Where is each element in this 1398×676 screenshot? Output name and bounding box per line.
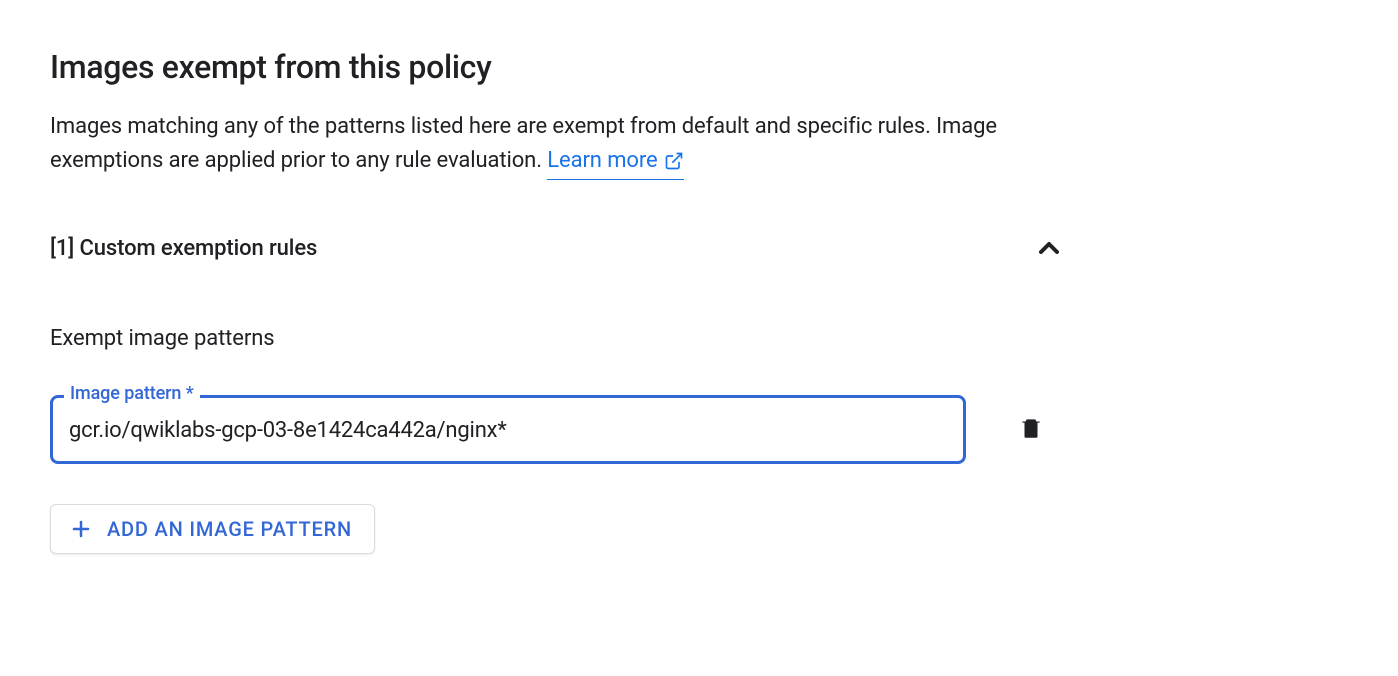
learn-more-link[interactable]: Learn more	[547, 144, 683, 180]
external-link-icon	[664, 151, 684, 171]
exempt-patterns-title: Exempt image patterns	[50, 326, 1050, 351]
section-description: Images matching any of the patterns list…	[50, 110, 1050, 180]
custom-exemption-rules-toggle[interactable]: [1] Custom exemption rules	[50, 232, 1065, 264]
add-pattern-label: ADD AN IMAGE PATTERN	[107, 517, 352, 541]
custom-rules-title: [1] Custom exemption rules	[50, 236, 317, 261]
add-image-pattern-button[interactable]: ADD AN IMAGE PATTERN	[50, 504, 375, 554]
learn-more-text: Learn more	[547, 144, 657, 178]
image-pattern-input[interactable]	[50, 395, 966, 464]
section-title: Images exempt from this policy	[50, 48, 1050, 86]
plus-icon	[69, 517, 93, 541]
pattern-input-row: Image pattern *	[50, 395, 1050, 464]
delete-pattern-button[interactable]	[1012, 409, 1050, 450]
trash-icon	[1018, 415, 1044, 444]
chevron-up-icon	[1033, 232, 1065, 264]
description-text: Images matching any of the patterns list…	[50, 114, 997, 173]
image-pattern-field-wrapper: Image pattern *	[50, 395, 966, 464]
image-pattern-label: Image pattern *	[64, 383, 200, 404]
